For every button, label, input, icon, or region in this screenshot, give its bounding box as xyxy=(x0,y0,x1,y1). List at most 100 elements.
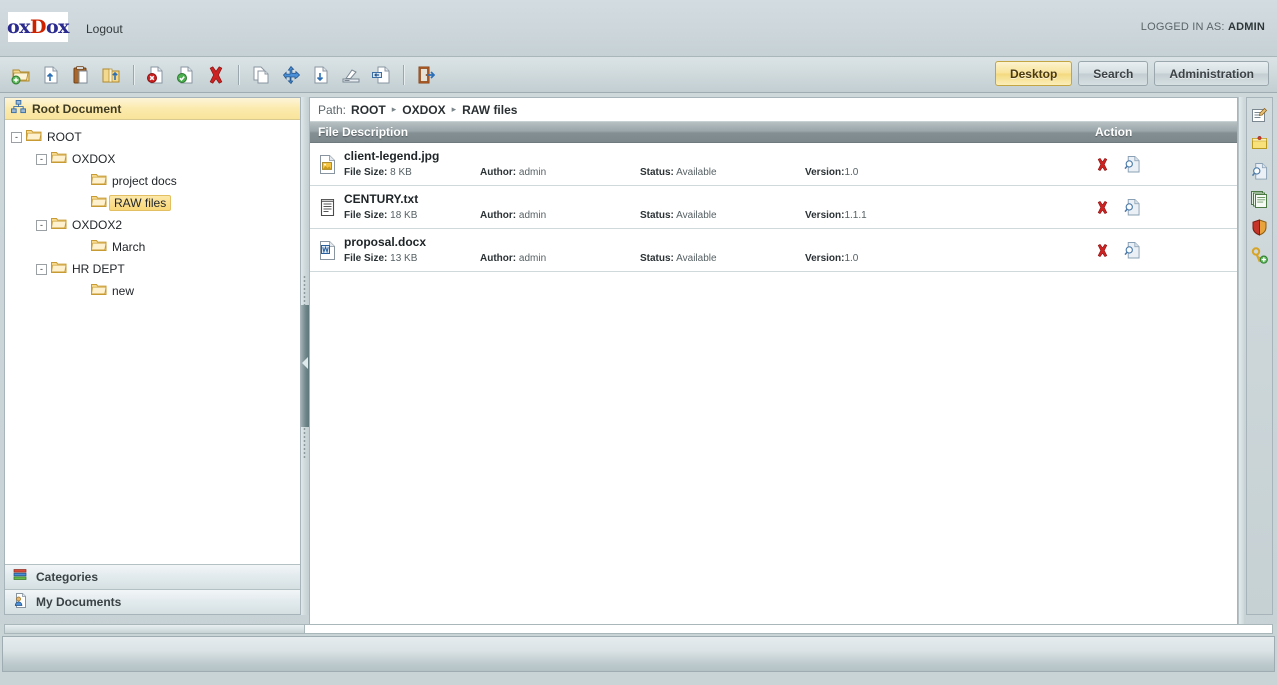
tree-node-oxdox2[interactable]: - OXDOX2 xyxy=(11,214,300,236)
download-icon[interactable] xyxy=(306,60,336,90)
main-panel-scrollbar[interactable] xyxy=(1238,97,1244,685)
author-label: Author: xyxy=(480,253,517,264)
exit-icon[interactable] xyxy=(411,60,441,90)
top-bar: ox Dox Logout LOGGED IN AS: ADMIN xyxy=(0,0,1277,57)
delete-row-icon[interactable] xyxy=(1095,157,1110,172)
table-row[interactable]: CENTURY.txt File Size: 18 KB Author: adm… xyxy=(310,186,1237,229)
logged-in-username: ADMIN xyxy=(1227,21,1265,33)
sidebar-item-label: Categories xyxy=(36,570,99,584)
sidebar-item-my-documents[interactable]: My Documents xyxy=(5,589,300,614)
logged-in-status: LOGGED IN AS: ADMIN xyxy=(1141,21,1265,33)
file-row-details: proposal.docx File Size: 13 KB Author: a… xyxy=(344,235,1087,265)
file-size-cell: File Size: 8 KB xyxy=(344,166,480,179)
nav-button-administration[interactable]: Administration xyxy=(1154,61,1269,86)
delete-icon[interactable] xyxy=(201,60,231,90)
splitter-collapse-button[interactable] xyxy=(301,305,309,427)
versions-icon[interactable] xyxy=(1249,188,1271,210)
sidebar-item-categories[interactable]: Categories xyxy=(5,564,300,589)
delete-row-icon[interactable] xyxy=(1095,200,1110,215)
delete-row-icon[interactable] xyxy=(1095,243,1110,258)
tree-toggle-oxdox2[interactable]: - xyxy=(36,219,47,231)
table-row[interactable]: proposal.docx File Size: 13 KB Author: a… xyxy=(310,229,1237,272)
author-cell: Author: admin xyxy=(480,252,640,265)
status-value: Available xyxy=(676,253,717,264)
file-metadata: File Size: 13 KB Author: admin Status: A… xyxy=(344,252,1087,265)
folder-icon xyxy=(51,151,67,167)
version-cell: Version:1.0 xyxy=(805,166,858,179)
tree-node-project-docs[interactable]: project docs xyxy=(11,170,300,192)
new-folder-icon[interactable] xyxy=(6,60,36,90)
nav-button-search[interactable]: Search xyxy=(1078,61,1149,86)
permissions-icon[interactable] xyxy=(1249,244,1271,266)
file-name[interactable]: CENTURY.txt xyxy=(344,192,1087,207)
tree-node-new[interactable]: new xyxy=(11,280,300,302)
file-size-value: 8 KB xyxy=(390,167,412,178)
rename-icon[interactable] xyxy=(366,60,396,90)
tree-node-label: HR DEPT xyxy=(72,262,125,276)
splitter-grip-bottom xyxy=(303,427,306,459)
tree-node-march[interactable]: March xyxy=(11,236,300,258)
tree-toggle-oxdox[interactable]: - xyxy=(36,153,47,165)
horizontal-scrollbar-thumb[interactable] xyxy=(5,625,305,633)
author-cell: Author: admin xyxy=(480,166,640,179)
breadcrumb-item-oxdox[interactable]: OXDOX xyxy=(402,103,445,117)
table-row[interactable]: client-legend.jpg File Size: 8 KB Author… xyxy=(310,143,1237,186)
logged-in-label: LOGGED IN AS: xyxy=(1140,21,1225,33)
preview-row-icon[interactable] xyxy=(1124,198,1140,216)
categories-icon xyxy=(13,568,28,586)
file-metadata: File Size: 18 KB Author: admin Status: A… xyxy=(344,209,1087,222)
folder-icon xyxy=(26,129,42,145)
status-bar xyxy=(2,636,1275,672)
notes-icon[interactable] xyxy=(1249,104,1271,126)
version-cell: Version:1.0 xyxy=(805,252,858,265)
checkin-icon[interactable] xyxy=(171,60,201,90)
file-name[interactable]: proposal.docx xyxy=(344,235,1087,250)
word-file-icon xyxy=(310,240,344,260)
preview-icon[interactable] xyxy=(1249,160,1271,182)
status-label: Status: xyxy=(640,253,674,264)
tree-node-raw-files[interactable]: RAW files xyxy=(11,192,300,214)
folder-icon xyxy=(91,173,107,189)
tree-toggle-root[interactable]: - xyxy=(11,131,22,143)
tree-toggle-hr-dept[interactable]: - xyxy=(36,263,47,275)
version-label: Version: xyxy=(805,167,845,178)
logout-link[interactable]: Logout xyxy=(86,22,123,36)
nav-button-desktop[interactable]: Desktop xyxy=(994,61,1073,86)
scan-icon[interactable] xyxy=(336,60,366,90)
paste-clipboard-icon[interactable] xyxy=(66,60,96,90)
app-logo[interactable]: ox Dox xyxy=(7,12,70,42)
preview-row-icon[interactable] xyxy=(1124,241,1140,259)
breadcrumb-item-root[interactable]: ROOT xyxy=(351,103,386,117)
tree-node-oxdox[interactable]: - OXDOX xyxy=(11,148,300,170)
file-name[interactable]: client-legend.jpg xyxy=(344,149,1087,164)
tree-node-root[interactable]: - ROOT xyxy=(11,126,300,148)
file-size-label: File Size: xyxy=(344,253,388,264)
move-icon[interactable] xyxy=(276,60,306,90)
author-label: Author: xyxy=(480,167,517,178)
folder-tree[interactable]: - ROOT - OXDOX project docs RAW files - … xyxy=(5,120,300,564)
upload-zip-icon[interactable] xyxy=(96,60,126,90)
new-document-icon[interactable] xyxy=(36,60,66,90)
preview-row-icon[interactable] xyxy=(1124,155,1140,173)
application-window: ox Dox Logout LOGGED IN AS: ADMIN Deskto… xyxy=(0,0,1277,685)
breadcrumb-separator-icon: ▸ xyxy=(451,104,457,114)
author-value: admin xyxy=(518,210,547,221)
security-icon[interactable] xyxy=(1249,216,1271,238)
version-value: 1.0 xyxy=(844,253,859,264)
status-cell: Status: Available xyxy=(640,209,805,222)
sitemap-icon xyxy=(11,100,26,117)
sticky-note-icon[interactable] xyxy=(1249,132,1271,154)
version-label: Version: xyxy=(805,210,845,221)
horizontal-scrollbar[interactable] xyxy=(4,624,1273,634)
status-cell: Status: Available xyxy=(640,252,805,265)
breadcrumb-prefix: Path: xyxy=(318,102,347,117)
tree-node-hr-dept[interactable]: - HR DEPT xyxy=(11,258,300,280)
author-value: admin xyxy=(518,167,547,178)
panel-splitter[interactable] xyxy=(301,97,309,615)
navigation-panel-header: Root Document xyxy=(5,98,300,120)
file-size-value: 18 KB xyxy=(390,210,418,221)
breadcrumb-item-raw-files[interactable]: RAW files xyxy=(462,103,517,117)
checkout-cancel-icon[interactable] xyxy=(141,60,171,90)
toolbar-separator-2 xyxy=(238,64,239,85)
copy-icon[interactable] xyxy=(246,60,276,90)
